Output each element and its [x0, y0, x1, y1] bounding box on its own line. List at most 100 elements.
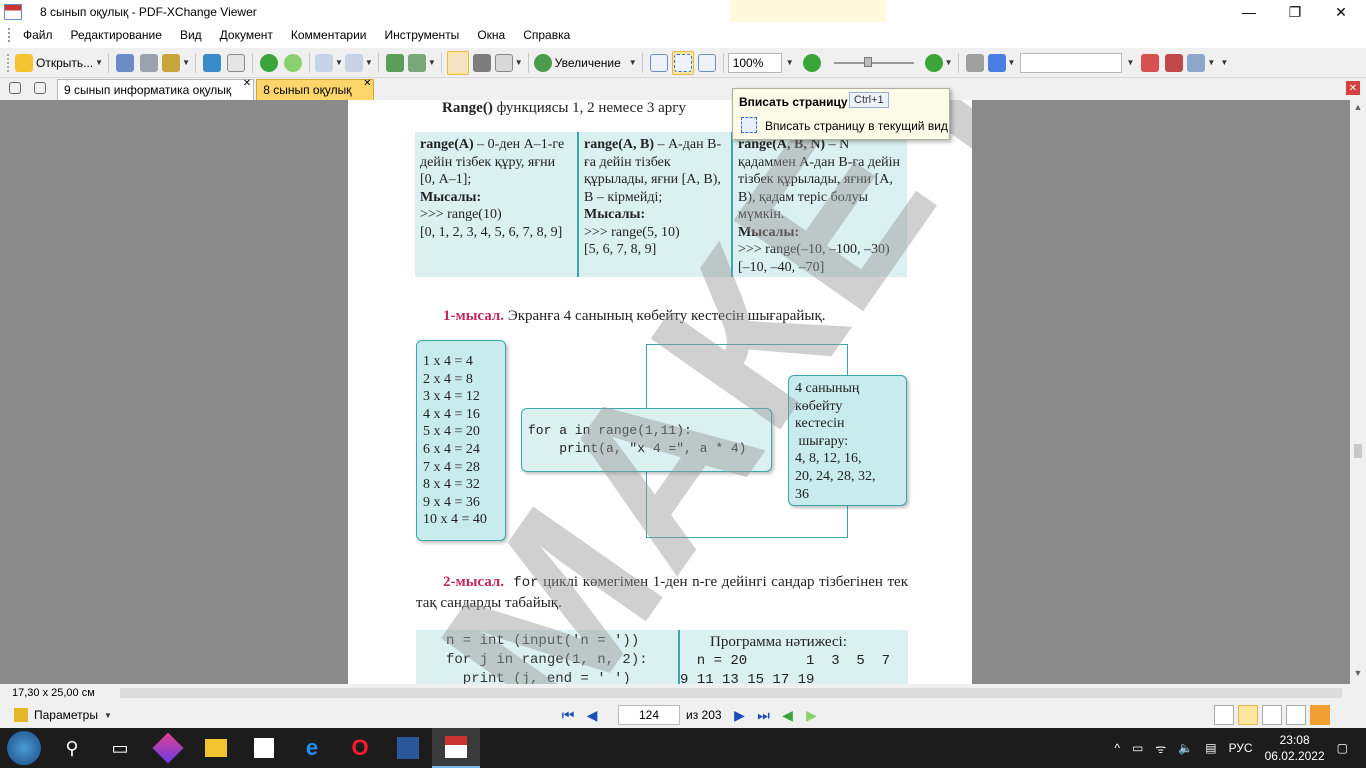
code-line: for a in range(1,11): — [528, 423, 692, 438]
taskbar-opera[interactable]: O — [336, 728, 384, 768]
taskbar-app-1[interactable] — [144, 728, 192, 768]
find-button[interactable] — [964, 51, 986, 75]
select-tool-button[interactable]: ▼ — [494, 51, 523, 75]
clock[interactable]: 23:08 06.02.2022 — [1265, 732, 1325, 764]
vertical-scrollbar[interactable]: ▲ ▼ — [1350, 100, 1366, 684]
horizontal-scrollbar[interactable] — [110, 686, 1350, 700]
scroll-up-icon[interactable]: ▲ — [1350, 102, 1366, 116]
menu-comments[interactable]: Комментарии — [282, 28, 376, 42]
tab-list-toggle[interactable] — [29, 76, 51, 100]
zoom-field[interactable]: 100% — [727, 52, 782, 73]
language-indicator[interactable]: РУС — [1229, 741, 1253, 755]
mult-line: 10 x 4 = 40 — [423, 512, 487, 528]
thumbnails-toggle[interactable] — [4, 76, 26, 100]
scan-icon — [202, 53, 221, 72]
close-icon[interactable]: ✕ — [363, 78, 371, 89]
single-page-button[interactable] — [1214, 705, 1234, 725]
zoom-slider[interactable] — [833, 56, 914, 67]
notifications-icon[interactable]: ▢ — [1337, 741, 1348, 755]
menu-view[interactable]: Вид — [171, 28, 211, 42]
title-bar: 8 сынып оқулық - PDF-XChange Viewer — ❐ … — [0, 0, 1366, 24]
menu-windows[interactable]: Окна — [468, 28, 514, 42]
link-tool-button[interactable] — [1163, 51, 1185, 75]
page-number-input[interactable]: 124 — [618, 705, 680, 725]
vertical-scroll-thumb[interactable] — [1354, 444, 1362, 458]
close-button[interactable]: ✕ — [1318, 0, 1364, 24]
wifi-icon[interactable]: ᯤ — [1155, 740, 1166, 757]
close-all-tabs-icon[interactable]: ✕ — [1346, 81, 1360, 95]
main-toolbar: Открыть... ▼ ▼ ▼ ▼ ▼ ▼ Увеличение ▼ 100%… — [0, 48, 1366, 78]
menu-edit[interactable]: Редактирование — [62, 28, 171, 42]
facing-button[interactable] — [1262, 705, 1282, 725]
minimize-button[interactable]: — — [1226, 0, 1272, 24]
scan-button[interactable] — [201, 51, 223, 75]
open-button[interactable]: Открыть... ▼ — [15, 51, 103, 75]
zoom-slider-thumb[interactable] — [863, 56, 872, 67]
rotate-button[interactable] — [384, 51, 406, 75]
continuous-button[interactable] — [1238, 705, 1258, 725]
highlight-tool-button[interactable] — [1310, 705, 1330, 725]
fit-width-button[interactable] — [696, 51, 718, 75]
history-back-button[interactable]: ◀ — [778, 705, 798, 725]
close-icon[interactable]: ✕ — [243, 78, 251, 89]
save-button[interactable] — [114, 51, 136, 75]
hand-tool-button[interactable] — [446, 50, 469, 75]
maximize-button[interactable]: ❐ — [1272, 0, 1318, 24]
ocr-button[interactable] — [225, 51, 247, 75]
range-col-1-example-label: Мысалы: — [420, 189, 482, 205]
menu-help[interactable]: Справка — [514, 28, 579, 42]
first-page-button[interactable]: ⏮ — [558, 705, 578, 725]
prev-page-button[interactable]: ◀ — [582, 705, 602, 725]
history-forward-button[interactable]: ▶ — [802, 705, 822, 725]
zoom-button[interactable]: Увеличение ▼ — [533, 51, 637, 75]
zoom-in-button[interactable]: ▼ — [924, 51, 953, 75]
page-total: из 203 — [686, 708, 722, 722]
next-page-button[interactable]: ▶ — [730, 705, 750, 725]
stamp-button[interactable]: ▼ — [1187, 51, 1215, 75]
search-input[interactable] — [1020, 52, 1123, 73]
taskbar-explorer[interactable] — [192, 728, 240, 768]
fit-page-button[interactable] — [671, 50, 694, 75]
pages-button[interactable]: ▼ — [407, 51, 436, 75]
search-button[interactable]: ⚲ — [48, 728, 96, 768]
actual-size-button[interactable] — [648, 51, 670, 75]
print-button[interactable] — [138, 51, 160, 75]
menu-grip[interactable] — [8, 28, 12, 42]
battery-icon[interactable]: ▭ — [1132, 741, 1143, 755]
redo-button[interactable]: ▼ — [344, 51, 373, 75]
search-dropdown-icon[interactable]: ▼ — [1126, 58, 1134, 67]
params-label: Параметры — [34, 708, 98, 722]
taskbar-store[interactable] — [240, 728, 288, 768]
export-button[interactable]: ▼ — [162, 51, 190, 75]
document-view[interactable]: Range() функциясы 1, 2 немесе 3 аргу ran… — [0, 100, 1350, 684]
menu-file[interactable]: Файл — [14, 28, 62, 42]
zoom-dropdown-icon[interactable]: ▼ — [786, 58, 794, 67]
horizontal-scroll-thumb[interactable] — [120, 688, 1342, 698]
snapshot-button[interactable] — [471, 51, 493, 75]
params-button[interactable]: Параметры ▼ — [14, 708, 112, 722]
task-view-button[interactable]: ▭ — [96, 728, 144, 768]
last-page-button[interactable]: ⏭ — [754, 705, 774, 725]
menu-bar: Файл Редактирование Вид Документ Коммент… — [0, 24, 1366, 46]
menu-tools[interactable]: Инструменты — [375, 28, 468, 42]
scroll-down-icon[interactable]: ▼ — [1350, 668, 1366, 682]
tab-9-synyp[interactable]: 9 сынып информатика оқулық ✕ — [57, 78, 255, 100]
forward-button[interactable] — [282, 51, 304, 75]
menu-document[interactable]: Документ — [211, 28, 282, 42]
tab-8-synyp[interactable]: 8 сынып оқулық ✕ — [256, 78, 375, 100]
back-button[interactable] — [258, 51, 280, 75]
comment-tool-button[interactable] — [1139, 51, 1161, 75]
taskbar-word[interactable] — [384, 728, 432, 768]
notification-text-icon[interactable]: ▤ — [1205, 741, 1216, 755]
continuous-facing-button[interactable] — [1286, 705, 1306, 725]
chevron-up-icon[interactable]: ^ — [1114, 741, 1120, 755]
zoom-out-button[interactable] — [801, 51, 823, 75]
taskbar-pdf-xchange[interactable] — [432, 728, 480, 768]
volume-icon[interactable]: 🔈 — [1178, 741, 1193, 755]
start-button[interactable] — [0, 728, 48, 768]
google-search-button[interactable]: ▼ — [987, 51, 1015, 75]
taskbar-edge[interactable]: e — [288, 728, 336, 768]
toolbar-overflow-icon[interactable]: ▼ — [1220, 58, 1228, 67]
undo-button[interactable]: ▼ — [314, 51, 343, 75]
toolbar-grip[interactable] — [7, 53, 11, 72]
